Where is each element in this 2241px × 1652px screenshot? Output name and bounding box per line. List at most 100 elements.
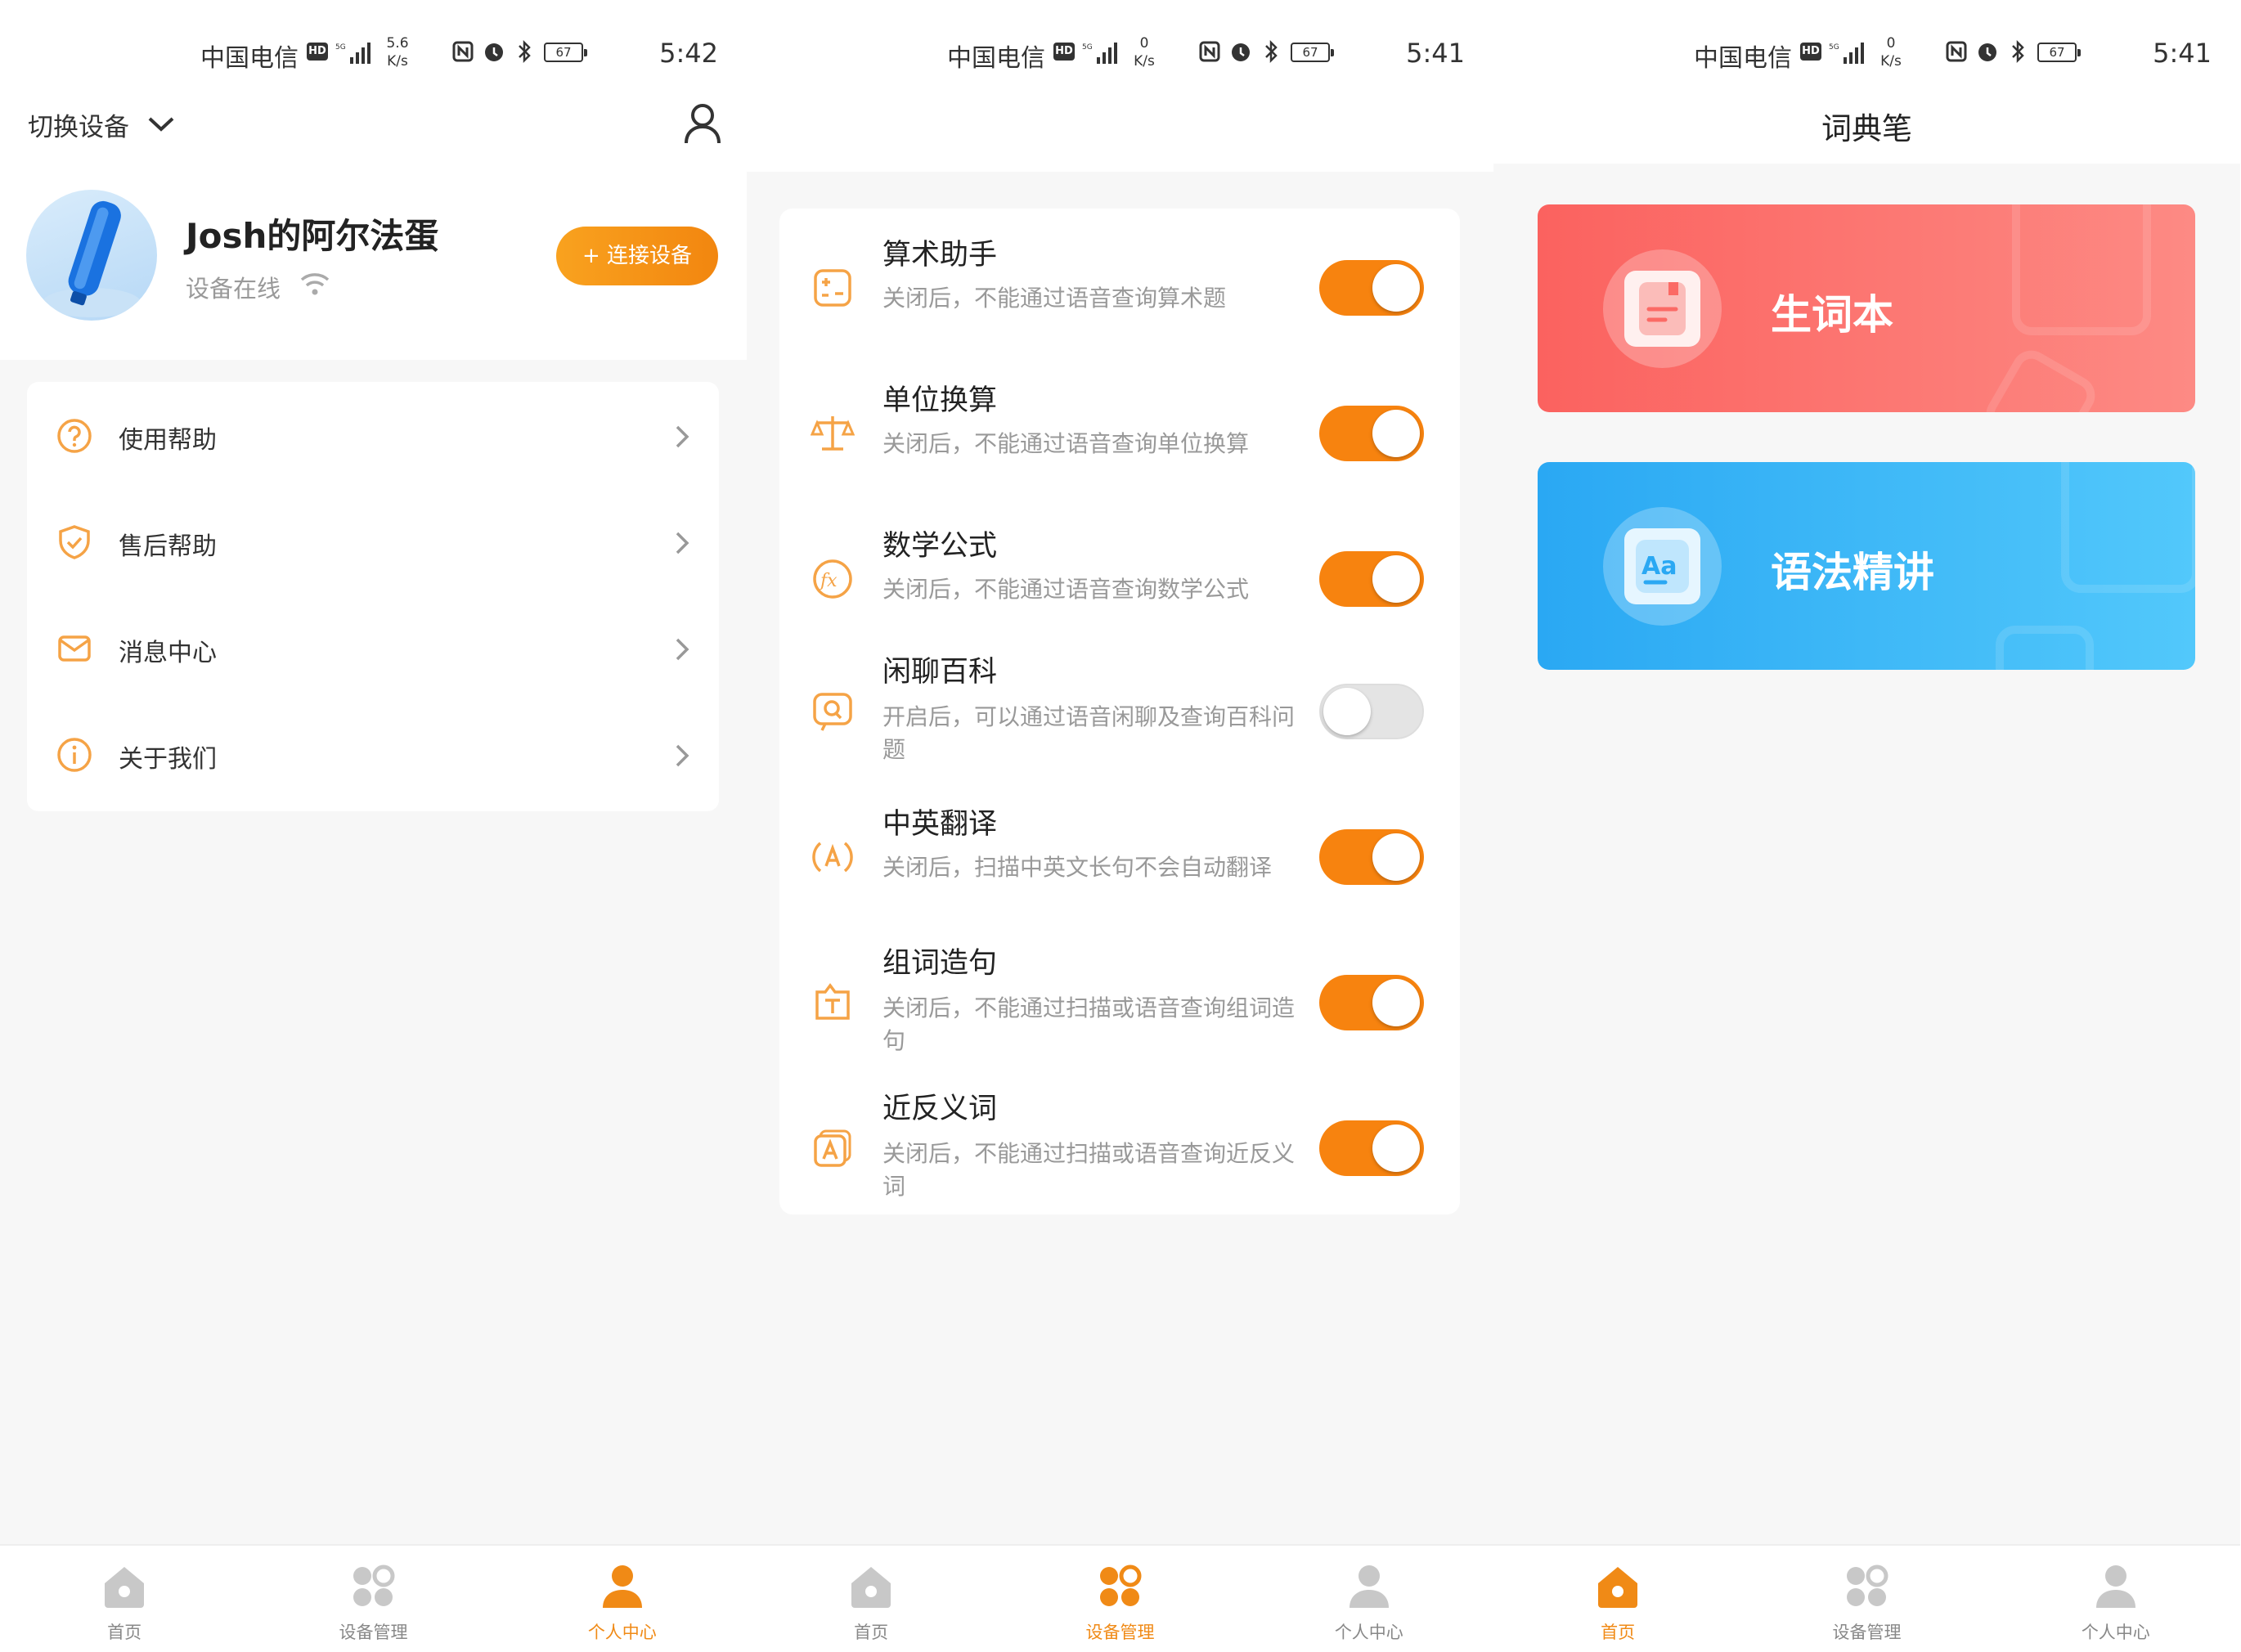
setting-word-sentence: 组词造句 关闭后，不能通过扫描或语音查询组词造句 — [779, 940, 1460, 1085]
top-spacer — [747, 106, 1493, 172]
pen-icon — [43, 200, 141, 317]
hd-badge: HD — [307, 43, 328, 61]
user-icon[interactable] — [683, 102, 722, 145]
device-avatar — [26, 190, 157, 321]
setting-desc: 关闭后，不能通过扫描或语音查询近反义词 — [882, 1140, 1296, 1200]
mail-icon — [58, 635, 91, 662]
network-speed: 5.6 K/s — [386, 35, 409, 70]
help-menu: 使用帮助 售后帮助 消息中心 关于我们 — [27, 382, 719, 811]
grammar-aa-icon: Aa — [1624, 528, 1700, 604]
function-fx-icon: fx — [813, 559, 852, 599]
tab-device-management[interactable]: 设备管理 — [995, 1546, 1244, 1652]
notebook-icon — [1624, 271, 1700, 347]
device-name: Josh的阿尔法蛋 — [186, 216, 439, 256]
signal-icon: 5G — [1082, 43, 1117, 64]
tab-device-management[interactable]: 设备管理 — [249, 1546, 497, 1652]
svg-text:Aa: Aa — [1641, 552, 1677, 581]
nfc-icon — [452, 41, 474, 62]
chevron-right-icon — [676, 532, 689, 554]
synonyms-toggle[interactable] — [1319, 1120, 1424, 1176]
tab-label: 首页 — [1601, 1623, 1636, 1642]
synonym-icon — [814, 1129, 851, 1167]
menu-item-label: 消息中心 — [119, 639, 217, 667]
status-icons: 67 — [452, 38, 665, 65]
tab-label: 设备管理 — [1085, 1623, 1155, 1642]
word-sentence-toggle[interactable] — [1319, 975, 1424, 1030]
chevron-right-icon — [676, 425, 689, 448]
arithmetic-toggle[interactable] — [1319, 260, 1424, 316]
card-label: 语法精讲 — [1771, 549, 1934, 596]
tab-label: 个人中心 — [2081, 1623, 2150, 1642]
status-icons: 67 — [1199, 38, 1412, 65]
alarm-icon — [1978, 43, 1996, 61]
alarm-icon — [485, 43, 503, 61]
menu-item-label: 使用帮助 — [119, 426, 217, 455]
math-formula-toggle[interactable] — [1319, 551, 1424, 607]
tab-home[interactable]: 首页 — [1493, 1546, 1742, 1652]
chat-search-icon — [813, 693, 852, 731]
grammar-lesson-card[interactable]: Aa 语法精讲 — [1538, 462, 2195, 670]
chat-encyclopedia-toggle[interactable] — [1319, 684, 1424, 739]
menu-item-label: 关于我们 — [119, 745, 217, 774]
tab-home[interactable]: 首页 — [0, 1546, 249, 1652]
card-icon-bg: Aa — [1603, 507, 1722, 626]
person-icon — [2095, 1565, 2135, 1608]
tab-home[interactable]: 首页 — [747, 1546, 995, 1652]
hd-badge: HD — [1800, 43, 1821, 61]
bluetooth-icon — [1265, 39, 1278, 64]
menu-item-message-center[interactable]: 消息中心 — [27, 595, 719, 701]
translation-toggle[interactable] — [1319, 829, 1424, 885]
tab-label: 设备管理 — [1832, 1623, 1902, 1642]
setting-title: 组词造句 — [882, 947, 998, 980]
home-screen: 中国电信 HD 5G 0 K/s 67 5:41 词典笔 生词本 Aa 语法精讲… — [1493, 0, 2240, 1652]
chevron-right-icon — [676, 744, 689, 767]
tab-personal-center[interactable]: 个人中心 — [498, 1546, 747, 1652]
tab-label: 个人中心 — [1334, 1623, 1403, 1642]
alarm-icon — [1232, 43, 1250, 61]
tab-bar: 首页 设备管理 个人中心 — [747, 1544, 1493, 1652]
hd-badge: HD — [1053, 43, 1075, 61]
tab-device-management[interactable]: 设备管理 — [1742, 1546, 1991, 1652]
bluetooth-icon — [2012, 39, 2024, 64]
unit-conversion-toggle[interactable] — [1319, 406, 1424, 461]
tab-personal-center[interactable]: 个人中心 — [1992, 1546, 2240, 1652]
setting-desc: 关闭后，不能通过语音查询算术题 — [882, 285, 1227, 312]
switch-device-label[interactable]: 切换设备 — [28, 106, 129, 143]
menu-item-after-sales[interactable]: 售后帮助 — [27, 488, 719, 595]
setting-unit-conversion: 单位换算 关闭后，不能通过语音查询单位换算 — [779, 370, 1460, 516]
question-circle-icon — [57, 419, 92, 453]
setting-title: 算术助手 — [882, 239, 998, 272]
balance-scale-icon — [811, 416, 855, 451]
apps-grid-icon — [1100, 1564, 1142, 1606]
battery-icon: 67 — [1291, 43, 1334, 62]
status-bar: 中国电信 HD 5G 0 K/s 67 5:41 — [1493, 0, 2240, 106]
svg-text:5G: 5G — [335, 43, 346, 52]
setting-translation: 中英翻译 关闭后，扫描中英文长句不会自动翻译 — [779, 794, 1460, 940]
tab-label: 设备管理 — [339, 1623, 408, 1642]
signal-icon: 5G — [1829, 43, 1864, 64]
chevron-down-icon[interactable] — [147, 114, 175, 134]
tab-label: 首页 — [107, 1623, 142, 1642]
page-title: 词典笔 — [1821, 111, 1912, 146]
setting-math-formula: fx 数学公式 关闭后，不能通过语音查询数学公式 — [779, 516, 1460, 662]
menu-item-about-us[interactable]: 关于我们 — [27, 701, 719, 807]
setting-desc: 关闭后，扫描中英文长句不会自动翻译 — [882, 854, 1273, 881]
menu-item-usage-help[interactable]: 使用帮助 — [27, 382, 719, 488]
card-label: 生词本 — [1771, 291, 1893, 339]
status-icons: 67 — [1946, 38, 2158, 65]
setting-desc: 关闭后，不能通过扫描或语音查询组词造句 — [882, 994, 1296, 1054]
connect-device-button[interactable]: + 连接设备 — [556, 227, 718, 285]
tab-label: 个人中心 — [587, 1623, 657, 1642]
battery-icon: 67 — [544, 43, 587, 62]
menu-item-label: 售后帮助 — [119, 532, 217, 561]
vocabulary-book-card[interactable]: 生词本 — [1538, 204, 2195, 412]
svg-text:5G: 5G — [1082, 43, 1093, 52]
device-status: 设备在线 — [186, 275, 281, 303]
setting-arithmetic: 算术助手 关闭后，不能通过语音查询算术题 — [779, 225, 1460, 370]
svg-text:fx: fx — [819, 571, 838, 591]
battery-icon: 67 — [2037, 43, 2081, 62]
tab-personal-center[interactable]: 个人中心 — [1245, 1546, 1493, 1652]
setting-chat-encyclopedia: 闲聊百科 开启后，可以通过语音闲聊及查询百科问题 — [779, 649, 1460, 794]
network-speed: 0 K/s — [1134, 35, 1155, 70]
apps-grid-icon — [1847, 1564, 1888, 1606]
